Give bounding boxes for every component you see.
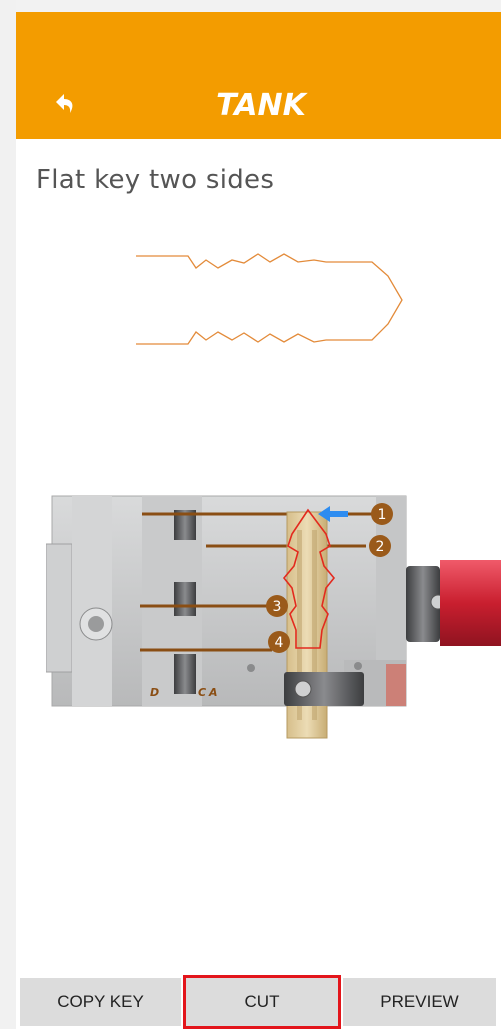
status-bar: [16, 0, 501, 12]
cut-button[interactable]: CUT: [183, 975, 341, 1029]
app-screen: TANK Flat key two sides 1 2 3 4 D C A: [16, 0, 501, 1029]
page-title: Flat key two sides: [36, 165, 275, 195]
svg-text:TANK: TANK: [216, 88, 308, 123]
pin-marker-4: 4: [275, 635, 284, 651]
pin-marker-1: 1: [378, 507, 387, 523]
app-header: TANK: [16, 12, 501, 139]
preview-button[interactable]: PREVIEW: [343, 978, 496, 1026]
jaw-label-d: D: [150, 686, 159, 699]
bottom-bar: COPY KEY CUT PREVIEW: [16, 975, 501, 1029]
back-button[interactable]: [44, 84, 84, 124]
pin-marker-2: 2: [376, 539, 385, 555]
back-arrow-icon: [56, 94, 73, 113]
copy-key-button[interactable]: COPY KEY: [20, 978, 181, 1026]
key-machine-diagram: 1 2 3 4 D C A: [46, 495, 501, 739]
jaw-label-a: A: [208, 686, 218, 699]
jaw-label-c: C: [198, 686, 206, 699]
key-outline-drawing: [136, 253, 403, 345]
tank-logo: TANK: [216, 88, 308, 123]
pin-marker-3: 3: [273, 599, 282, 615]
